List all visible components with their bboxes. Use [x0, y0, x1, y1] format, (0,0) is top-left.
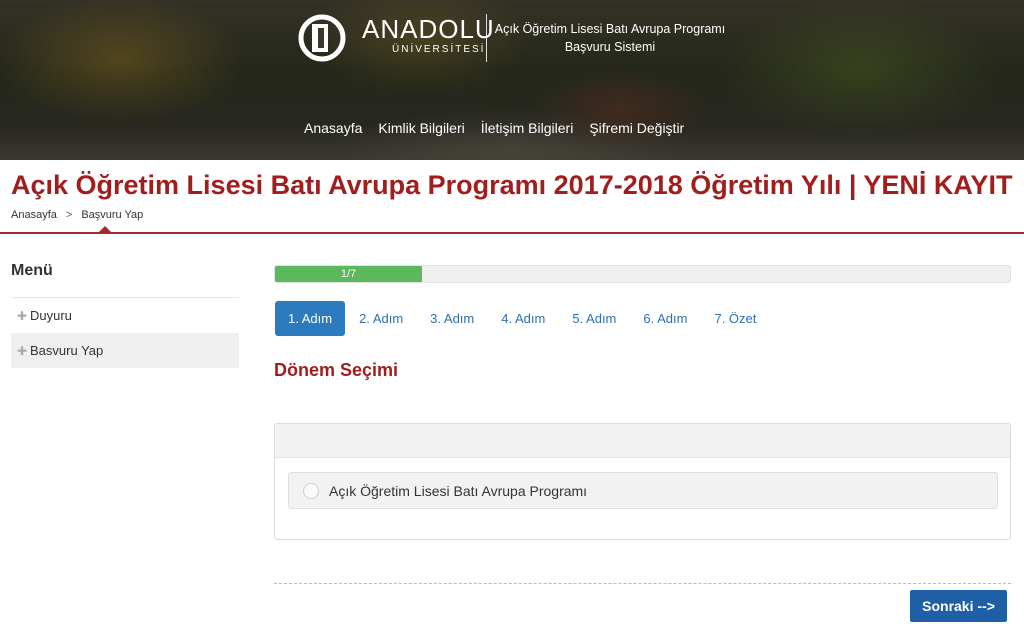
sidebar-item-duyuru[interactable]: ✚ Duyuru: [11, 298, 239, 333]
step-tab-6[interactable]: 6. Adım: [630, 301, 700, 336]
anadolu-logo-icon: [298, 14, 346, 62]
logo-divider: [486, 14, 487, 62]
logo-subtitle: ÜNİVERSİTESİ: [392, 44, 486, 55]
logo-text: ANADOLU ÜNİVERSİTESİ: [362, 14, 495, 55]
step-tab-4[interactable]: 4. Adım: [488, 301, 558, 336]
header-banner: ANADOLU ÜNİVERSİTESİ Açık Öğretim Lisesi…: [0, 0, 1024, 160]
university-logo[interactable]: ANADOLU ÜNİVERSİTESİ: [298, 14, 495, 62]
sidebar-item-label: Duyuru: [30, 308, 72, 323]
wizard-progress-bar: 1/7: [274, 265, 1011, 283]
progress-fill: 1/7: [275, 266, 422, 282]
next-button[interactable]: Sonraki -->: [910, 590, 1007, 622]
term-option[interactable]: Açık Öğretim Lisesi Batı Avrupa Programı: [288, 472, 998, 509]
system-title-line2: Başvuru Sistemi: [564, 40, 656, 54]
title-band: Açık Öğretim Lisesi Batı Avrupa Programı…: [0, 160, 1024, 234]
plus-icon: ✚: [17, 308, 28, 323]
sidebar: Menü ✚ Duyuru ✚ Basvuru Yap: [11, 262, 239, 368]
step-tab-1[interactable]: 1. Adım: [275, 301, 346, 336]
nav-change-password[interactable]: Şifremi Değiştir: [589, 120, 684, 136]
breadcrumb-current[interactable]: Başvuru Yap: [81, 209, 143, 221]
system-title: Açık Öğretim Lisesi Batı Avrupa Programı…: [494, 20, 726, 56]
section-title: Dönem Seçimi: [274, 360, 399, 380]
step-tab-2[interactable]: 2. Adım: [346, 301, 416, 336]
system-title-line1: Açık Öğretim Lisesi Batı Avrupa Programı: [494, 22, 726, 36]
breadcrumb: Anasayfa > Başvuru Yap: [11, 209, 143, 221]
nav-identity-info[interactable]: Kimlik Bilgileri: [378, 120, 464, 136]
radio-icon[interactable]: [303, 482, 319, 499]
sidebar-item-basvuru-yap[interactable]: ✚ Basvuru Yap: [11, 333, 239, 368]
chevron-right-icon: >: [65, 209, 73, 221]
breadcrumb-caret-icon: [99, 226, 111, 232]
logo-name: ANADOLU: [362, 14, 495, 44]
nav-contact-info[interactable]: İletişim Bilgileri: [481, 120, 574, 136]
breadcrumb-home[interactable]: Anasayfa: [11, 209, 57, 221]
sidebar-item-label: Basvuru Yap: [30, 343, 104, 358]
page-title: Açık Öğretim Lisesi Batı Avrupa Programı…: [11, 170, 1013, 200]
step-tab-summary[interactable]: 7. Özet: [701, 301, 769, 336]
top-navigation: Anasayfa Kimlik Bilgileri İletişim Bilgi…: [296, 120, 692, 136]
term-selection-panel: Açık Öğretim Lisesi Batı Avrupa Programı: [274, 423, 1011, 540]
step-tab-3[interactable]: 3. Adım: [417, 301, 487, 336]
nav-home[interactable]: Anasayfa: [304, 120, 362, 136]
panel-heading: [275, 424, 1010, 458]
sidebar-title: Menü: [11, 262, 239, 298]
plus-icon: ✚: [17, 343, 28, 358]
step-tab-5[interactable]: 5. Adım: [559, 301, 629, 336]
term-option-label: Açık Öğretim Lisesi Batı Avrupa Programı: [329, 482, 588, 499]
wizard-steps: 1. Adım 2. Adım 3. Adım 4. Adım 5. Adım …: [275, 301, 770, 336]
divider: [274, 583, 1011, 584]
